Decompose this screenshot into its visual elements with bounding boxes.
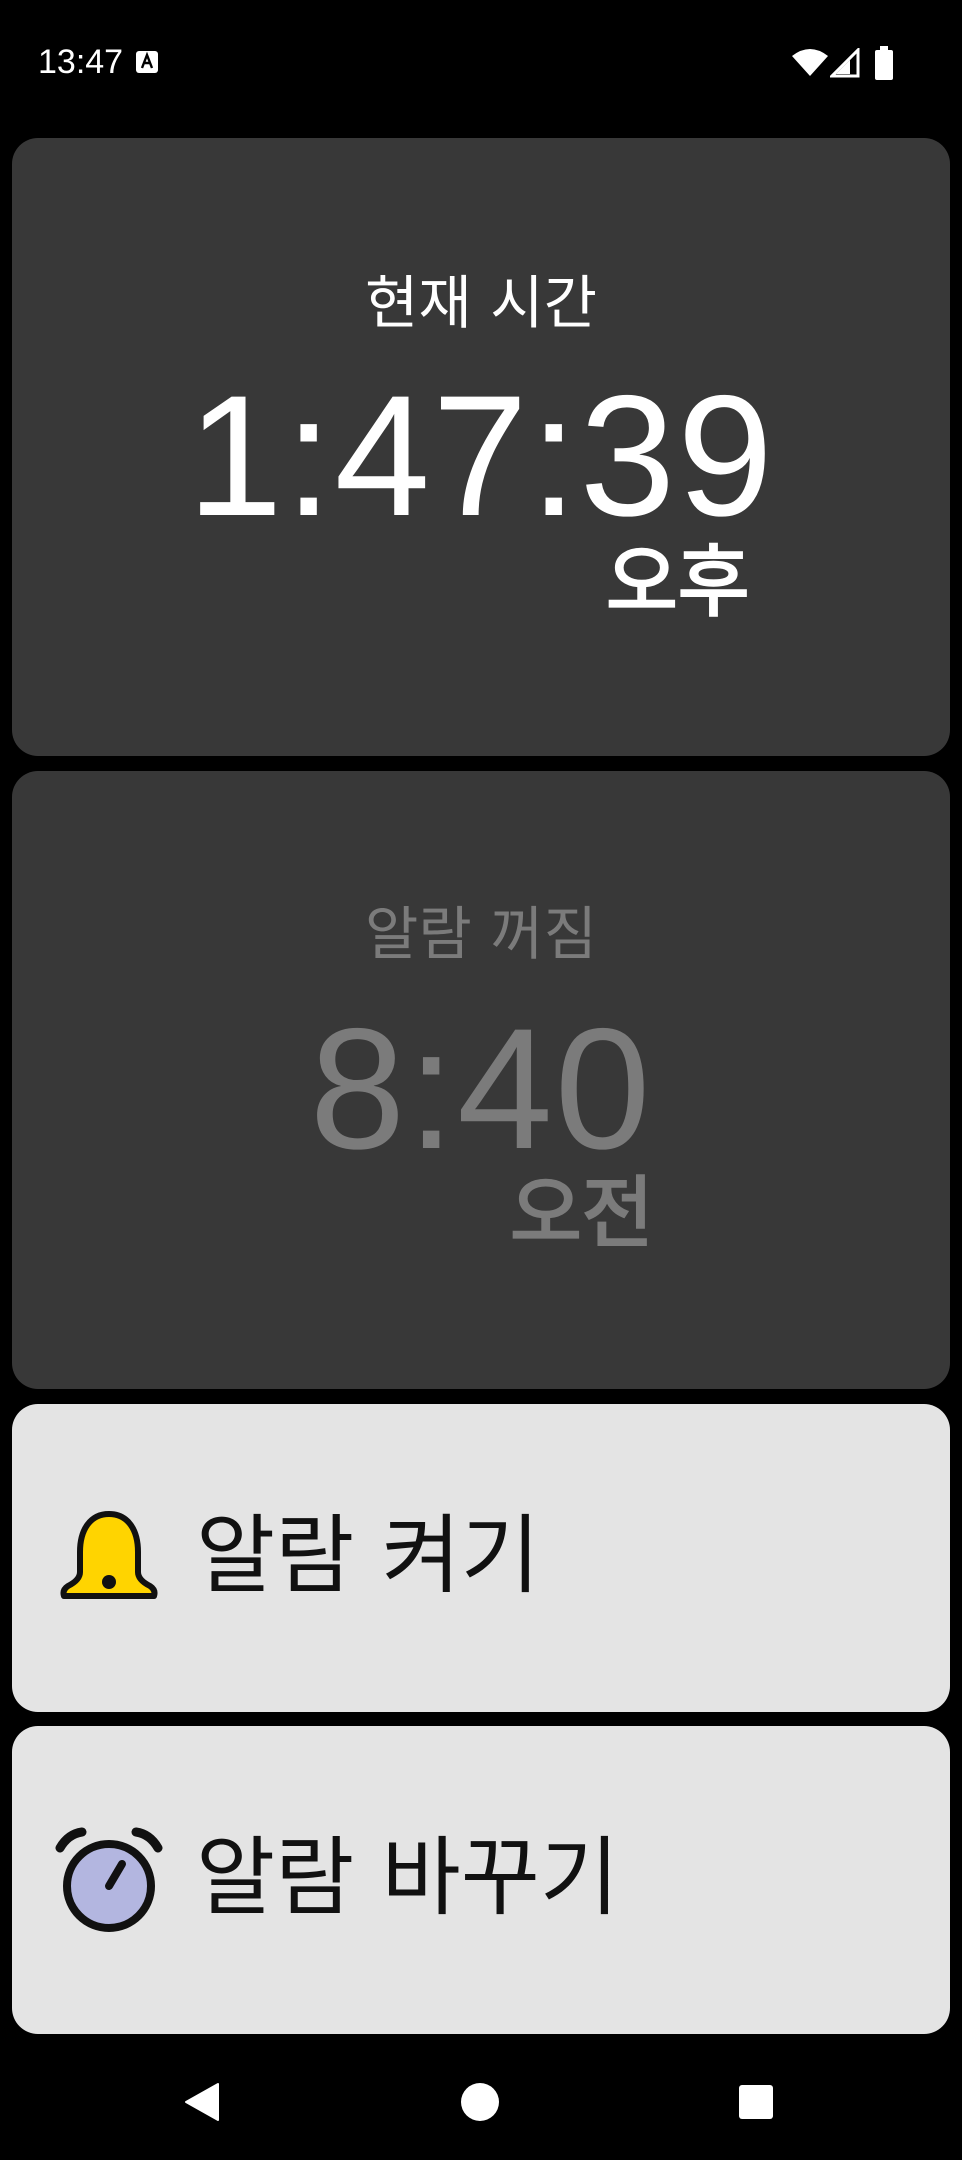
current-time-card: 현재 시간 1:47:39 오후 — [12, 138, 950, 756]
wifi-icon — [792, 49, 828, 76]
alarm-time-ampm: 오전 — [510, 1169, 654, 1259]
recents-icon[interactable] — [738, 2084, 774, 2120]
turn-on-alarm-button[interactable]: 알람 켜기 — [12, 1404, 950, 1712]
navigation-bar — [0, 2040, 962, 2160]
alarm-status-label: 알람 꺼짐 — [365, 900, 597, 968]
alarm-clock-icon — [55, 1827, 163, 1932]
change-alarm-label: 알람 바꾸기 — [196, 1828, 619, 1928]
current-time-label: 현재 시간 — [365, 269, 597, 337]
bell-icon — [60, 1511, 158, 1599]
text-a-icon — [136, 51, 158, 73]
current-time-ampm: 오후 — [606, 538, 750, 628]
cell-signal-icon — [830, 48, 860, 78]
turn-on-alarm-label: 알람 켜기 — [196, 1506, 540, 1606]
alarm-time-value: 8:40 — [309, 993, 653, 1185]
alarm-status-card: 알람 꺼짐 8:40 오전 — [12, 771, 950, 1389]
change-alarm-button[interactable]: 알람 바꾸기 — [12, 1726, 950, 2034]
battery-icon — [875, 46, 893, 80]
current-time-value: 1:47:39 — [187, 360, 775, 552]
home-icon[interactable] — [460, 2082, 500, 2122]
status-bar: 13:47 — [0, 0, 962, 130]
back-icon[interactable] — [182, 2082, 222, 2122]
status-time: 13:47 — [38, 43, 124, 81]
